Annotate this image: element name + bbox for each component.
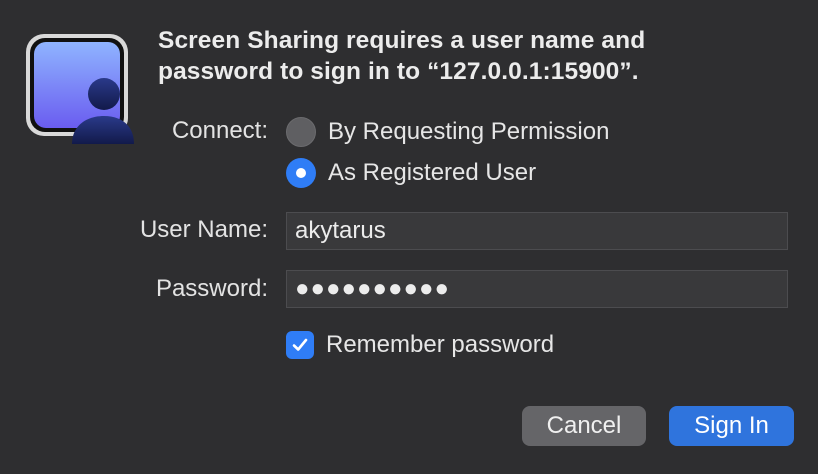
dialog-title: Screen Sharing requires a user name and … bbox=[158, 25, 798, 87]
password-mask: ●●●●●●●●●● bbox=[295, 275, 450, 302]
radio-button-off[interactable] bbox=[286, 117, 316, 147]
radio-requesting-permission[interactable]: By Requesting Permission bbox=[286, 116, 609, 148]
username-value: akytarus bbox=[295, 217, 386, 244]
checkmark-icon bbox=[292, 338, 308, 351]
radio-label: By Requesting Permission bbox=[328, 118, 610, 145]
cancel-button[interactable]: Cancel bbox=[522, 406, 646, 446]
screen-sharing-auth-dialog: Screen Sharing requires a user name and … bbox=[0, 0, 818, 474]
sign-in-button[interactable]: Sign In bbox=[669, 406, 794, 446]
password-label: Password: bbox=[155, 275, 268, 302]
remember-password-checkbox[interactable] bbox=[286, 331, 314, 359]
dialog-title-line-2: password to sign in to “127.0.0.1:15900”… bbox=[158, 58, 639, 85]
connect-label: Connect: bbox=[171, 117, 268, 144]
remember-password-label: Remember password bbox=[326, 331, 555, 358]
password-field[interactable]: ●●●●●●●●●● bbox=[286, 270, 788, 308]
username-label: User Name: bbox=[139, 216, 268, 243]
radio-button-on[interactable] bbox=[286, 158, 316, 188]
remember-password-row[interactable]: Remember password bbox=[286, 329, 554, 361]
username-field[interactable]: akytarus bbox=[286, 212, 788, 250]
radio-label: As Registered User bbox=[328, 159, 537, 186]
dialog-title-line-1: Screen Sharing requires a user name and bbox=[158, 27, 646, 54]
radio-registered-user[interactable]: As Registered User bbox=[286, 157, 536, 189]
